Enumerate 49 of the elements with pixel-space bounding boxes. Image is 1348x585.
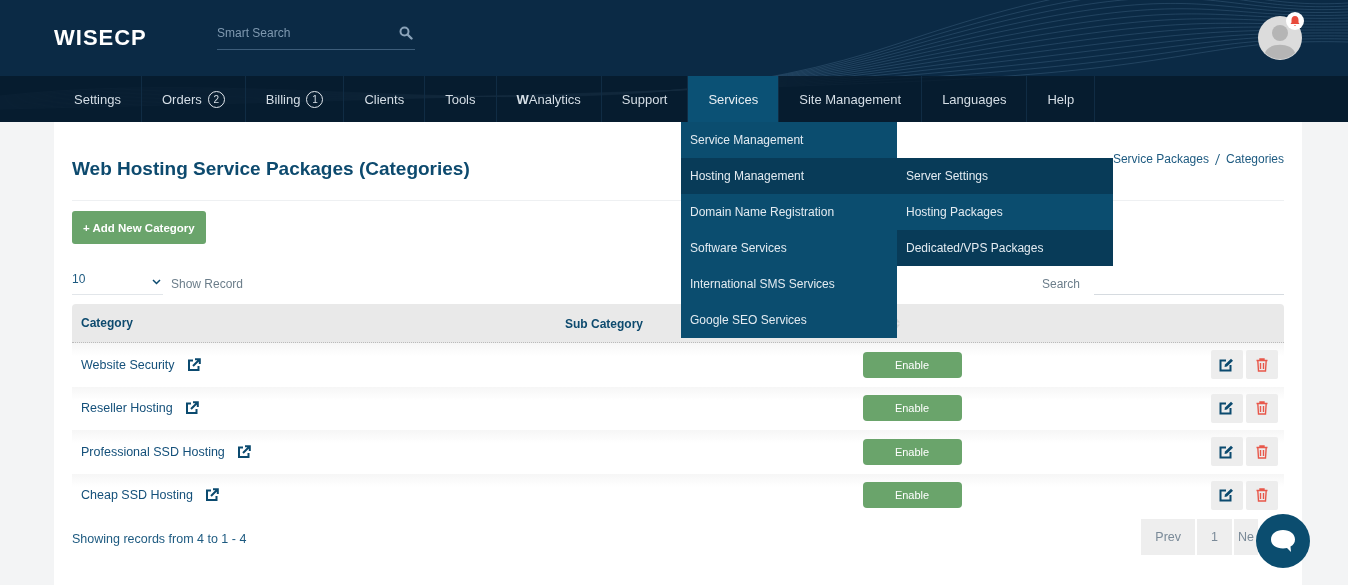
trash-icon <box>1255 488 1268 503</box>
external-link-icon[interactable] <box>204 488 219 503</box>
nav-tab[interactable]: Services <box>688 76 780 122</box>
trash-icon <box>1255 401 1268 416</box>
edit-icon <box>1219 488 1235 503</box>
menu-item[interactable]: Service Management <box>681 122 897 158</box>
breadcrumb-link[interactable]: Service Packages <box>1112 152 1209 166</box>
edit-icon <box>1219 357 1235 372</box>
search-icon[interactable] <box>399 26 413 40</box>
external-link-icon[interactable] <box>184 401 199 416</box>
menu-item[interactable]: Google SEO Services <box>681 302 897 338</box>
submenu-item[interactable]: Server Settings <box>897 158 1113 194</box>
chevron-down-icon <box>152 279 161 285</box>
edit-button[interactable] <box>1210 393 1243 423</box>
delete-button[interactable] <box>1245 480 1278 510</box>
category-link[interactable]: Cheap SSD Hosting <box>81 488 193 503</box>
category-link[interactable]: Professional SSD Hosting <box>81 444 225 459</box>
external-link-icon[interactable] <box>186 357 201 372</box>
edit-icon <box>1219 401 1235 416</box>
submenu-item[interactable]: Hosting Packages <box>897 194 1113 230</box>
submenu-item[interactable]: Dedicated/VPS Packages <box>897 230 1113 266</box>
breadcrumb-link[interactable]: Categories <box>1225 152 1284 166</box>
column-header[interactable]: Sub Category <box>565 317 643 331</box>
edit-button[interactable] <box>1210 437 1243 467</box>
show-record-label: Show Record <box>171 277 244 293</box>
column-header[interactable]: Category <box>72 316 565 330</box>
search-label: Search <box>1041 277 1080 293</box>
page-title: Web Hosting Service Packages (Categories) <box>72 158 470 180</box>
logo[interactable]: WISECP <box>54 25 217 51</box>
external-link-icon[interactable] <box>236 444 251 459</box>
chat-bubble-icon <box>1270 529 1296 553</box>
page-size-select[interactable]: 10 <box>72 270 163 295</box>
records-summary: Showing records from 4 to 1 - 4 <box>72 532 247 546</box>
menu-item[interactable]: Software Services <box>681 230 897 266</box>
category-link[interactable]: Website Security <box>81 357 175 372</box>
trash-icon <box>1255 357 1268 372</box>
delete-button[interactable] <box>1245 437 1278 467</box>
notification-bell-icon[interactable] <box>1286 12 1304 30</box>
menu-item[interactable]: Hosting Management <box>681 158 897 194</box>
edit-icon <box>1219 444 1235 459</box>
smart-search-field[interactable]: Smart Search <box>217 16 415 50</box>
edit-button[interactable] <box>1210 350 1243 380</box>
edit-button[interactable] <box>1210 480 1243 510</box>
category-link[interactable]: Reseller Hosting <box>81 401 173 416</box>
menu-item[interactable]: International SMS Services <box>681 266 897 302</box>
menu-item[interactable]: Domain Name Registration <box>681 194 897 230</box>
delete-button[interactable] <box>1245 350 1278 380</box>
delete-button[interactable] <box>1245 393 1278 423</box>
trash-icon <box>1255 444 1268 459</box>
